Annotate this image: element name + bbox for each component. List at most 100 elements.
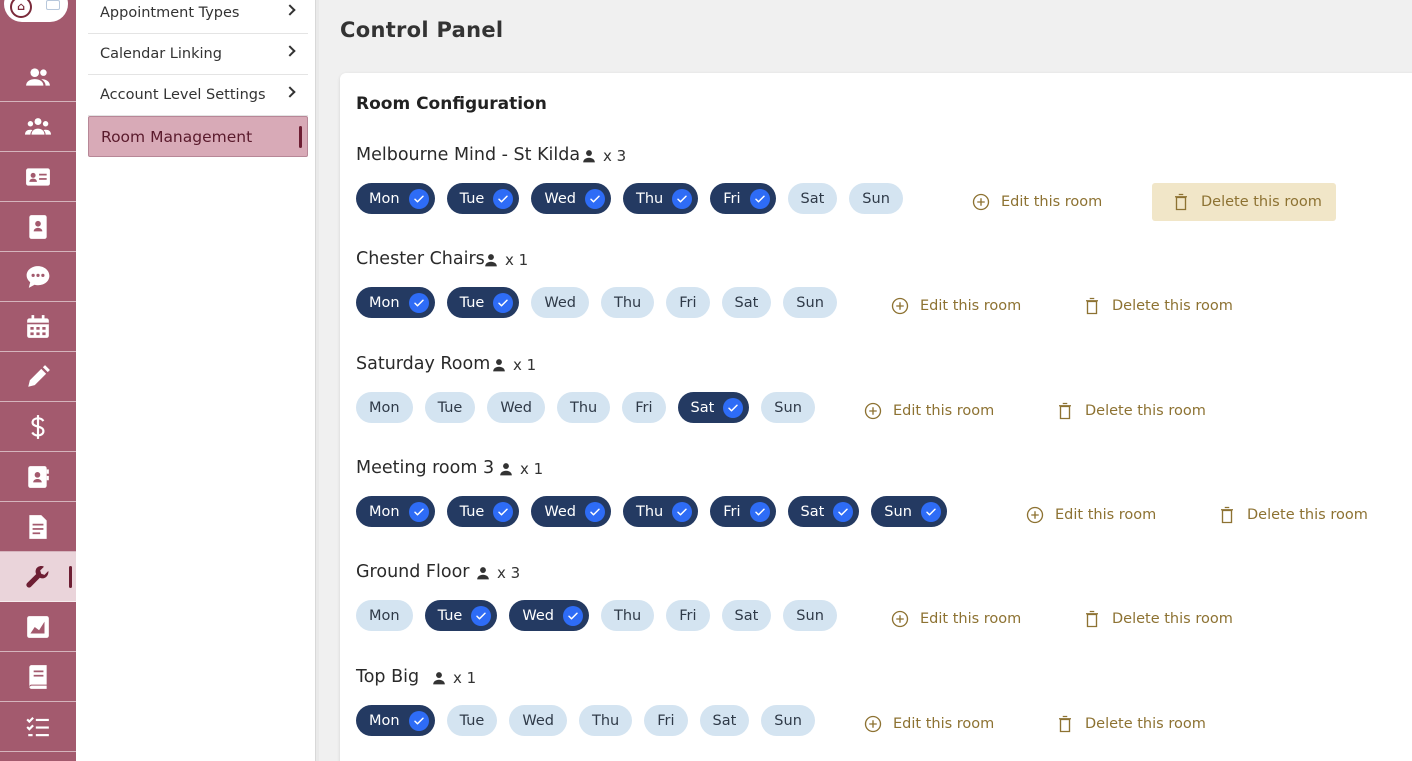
delete-room-button[interactable]: Delete this room <box>1063 600 1247 638</box>
day-toggle-thu[interactable]: Thu <box>622 183 699 214</box>
check-icon <box>498 299 509 306</box>
check-badge <box>493 501 514 522</box>
check-icon <box>413 508 424 515</box>
check-badge <box>833 501 854 522</box>
edit-room-button[interactable]: Edit this room <box>952 183 1116 221</box>
rail-chart-icon[interactable] <box>0 602 76 652</box>
day-label: Wed <box>544 190 576 207</box>
logo[interactable]: ⌂ <box>4 0 68 22</box>
day-toggle-sat[interactable]: Sat <box>677 392 750 423</box>
rail-wrench-icon[interactable] <box>0 552 76 602</box>
day-toggle-tue[interactable]: Tue <box>446 287 520 318</box>
rail-dollar-icon[interactable] <box>0 402 76 452</box>
day-toggle-fri[interactable]: Fri <box>666 600 710 631</box>
delete-room-button[interactable]: Delete this room <box>1152 183 1336 221</box>
day-toggle-thu[interactable]: Thu <box>600 287 655 318</box>
rail-book-icon[interactable] <box>0 652 76 702</box>
day-toggle-tue[interactable]: Tue <box>424 600 498 631</box>
day-toggle-fri[interactable]: Fri <box>622 392 666 423</box>
day-toggle-sat[interactable]: Sat <box>721 600 772 631</box>
day-toggle-sun[interactable]: Sun <box>849 183 903 214</box>
day-label: Wed <box>522 712 554 729</box>
edit-room-button[interactable]: Edit this room <box>844 705 1008 743</box>
day-toggle-mon[interactable]: Mon <box>356 183 435 214</box>
menu-item-room-management[interactable]: Room Management <box>88 116 308 157</box>
day-toggle-tue[interactable]: Tue <box>424 392 476 423</box>
day-toggle-sun[interactable]: Sun <box>871 496 947 527</box>
room-configuration-card: Room Configuration Melbourne Mind - St K… <box>340 73 1412 761</box>
check-icon <box>677 508 687 515</box>
rail-checklist-icon[interactable] <box>0 702 76 752</box>
day-toggle-thu[interactable]: Thu <box>578 705 633 736</box>
rail-address-book-icon[interactable] <box>0 452 76 502</box>
day-toggle-wed[interactable]: Wed <box>487 392 545 423</box>
day-label: Mon <box>369 503 400 520</box>
day-label: Thu <box>569 399 598 416</box>
room-row: Chester Chairs x 1 Mon Tue Wed Thu Fri Sat Sun Ed… <box>340 249 1412 353</box>
room-capacity-value: x 3 <box>497 564 521 582</box>
edit-room-label: Edit this room <box>1001 194 1103 210</box>
day-toggle-tue[interactable]: Tue <box>446 496 520 527</box>
day-label: Mon <box>369 712 400 729</box>
menu-item-calendar-linking[interactable]: Calendar Linking <box>88 34 308 75</box>
day-toggle-thu[interactable]: Thu <box>556 392 611 423</box>
day-toggle-wed[interactable]: Wed <box>509 705 567 736</box>
day-toggle-thu[interactable]: Thu <box>622 496 699 527</box>
edit-room-button[interactable]: Edit this room <box>871 287 1035 325</box>
day-label: Wed <box>500 399 532 416</box>
menu-item-appointment-types[interactable]: Appointment Types <box>88 0 308 34</box>
day-toggle-tue[interactable]: Tue <box>446 705 498 736</box>
day-toggle-wed[interactable]: Wed <box>531 496 611 527</box>
day-label: Mon <box>369 190 400 207</box>
room-capacity: x 1 <box>499 460 543 478</box>
day-toggle-fri[interactable]: Fri <box>666 287 710 318</box>
check-badge <box>471 605 492 626</box>
day-toggle-fri[interactable]: Fri <box>644 705 688 736</box>
edit-room-button[interactable]: Edit this room <box>1006 496 1170 534</box>
day-toggle-wed[interactable]: Wed <box>531 183 611 214</box>
day-toggle-sat[interactable]: Sat <box>721 287 772 318</box>
rail-calendar-icon[interactable] <box>0 302 76 352</box>
day-toggle-mon[interactable]: Mon <box>356 496 435 527</box>
day-toggle-sat[interactable]: Sat <box>699 705 750 736</box>
rail-document-icon[interactable] <box>0 502 76 552</box>
day-label: Fri <box>679 607 697 624</box>
day-toggle-sun[interactable]: Sun <box>783 287 837 318</box>
rail-pencil-icon[interactable] <box>0 352 76 402</box>
delete-room-label: Delete this room <box>1112 298 1233 314</box>
delete-room-button[interactable]: Delete this room <box>1198 496 1382 534</box>
menu-item-account-level-settings[interactable]: Account Level Settings <box>88 75 308 116</box>
day-toggle-fri[interactable]: Fri <box>710 496 776 527</box>
rail-contact-book-icon[interactable] <box>0 202 76 252</box>
day-toggle-fri[interactable]: Fri <box>710 183 776 214</box>
day-toggle-sun[interactable]: Sun <box>783 600 837 631</box>
day-toggle-sat[interactable]: Sat <box>787 496 860 527</box>
day-toggle-mon[interactable]: Mon <box>356 287 435 318</box>
day-toggle-mon[interactable]: Mon <box>356 392 413 423</box>
delete-room-button[interactable]: Delete this room <box>1036 392 1220 430</box>
day-toggle-group: Mon Tue Wed Thu Fri Sat Sun <box>356 496 947 527</box>
rail-chat-icon[interactable] <box>0 252 76 302</box>
day-toggle-mon[interactable]: Mon <box>356 600 413 631</box>
rail-id-card-icon[interactable] <box>0 152 76 202</box>
rail-group-icon[interactable] <box>0 102 76 152</box>
day-toggle-tue[interactable]: Tue <box>446 183 520 214</box>
day-toggle-thu[interactable]: Thu <box>600 600 655 631</box>
day-toggle-wed[interactable]: Wed <box>509 600 589 631</box>
day-toggle-wed[interactable]: Wed <box>531 287 589 318</box>
day-toggle-sun[interactable]: Sun <box>761 705 815 736</box>
day-toggle-mon[interactable]: Mon <box>356 705 435 736</box>
delete-room-button[interactable]: Delete this room <box>1036 705 1220 743</box>
check-badge <box>584 501 605 522</box>
settings-submenu: Appointment Types Calendar Linking Accou… <box>76 0 319 761</box>
edit-room-button[interactable]: Edit this room <box>871 600 1035 638</box>
delete-room-button[interactable]: Delete this room <box>1063 287 1247 325</box>
day-toggle-sun[interactable]: Sun <box>761 392 815 423</box>
day-toggle-group: Mon Tue Wed Thu Fri Sat Sun <box>356 183 903 214</box>
day-label: Mon <box>369 294 400 311</box>
check-icon <box>413 195 424 202</box>
rail-person-icon[interactable] <box>0 52 76 102</box>
edit-room-button[interactable]: Edit this room <box>844 392 1008 430</box>
day-toggle-sat[interactable]: Sat <box>787 183 838 214</box>
trash-icon <box>1086 297 1098 315</box>
